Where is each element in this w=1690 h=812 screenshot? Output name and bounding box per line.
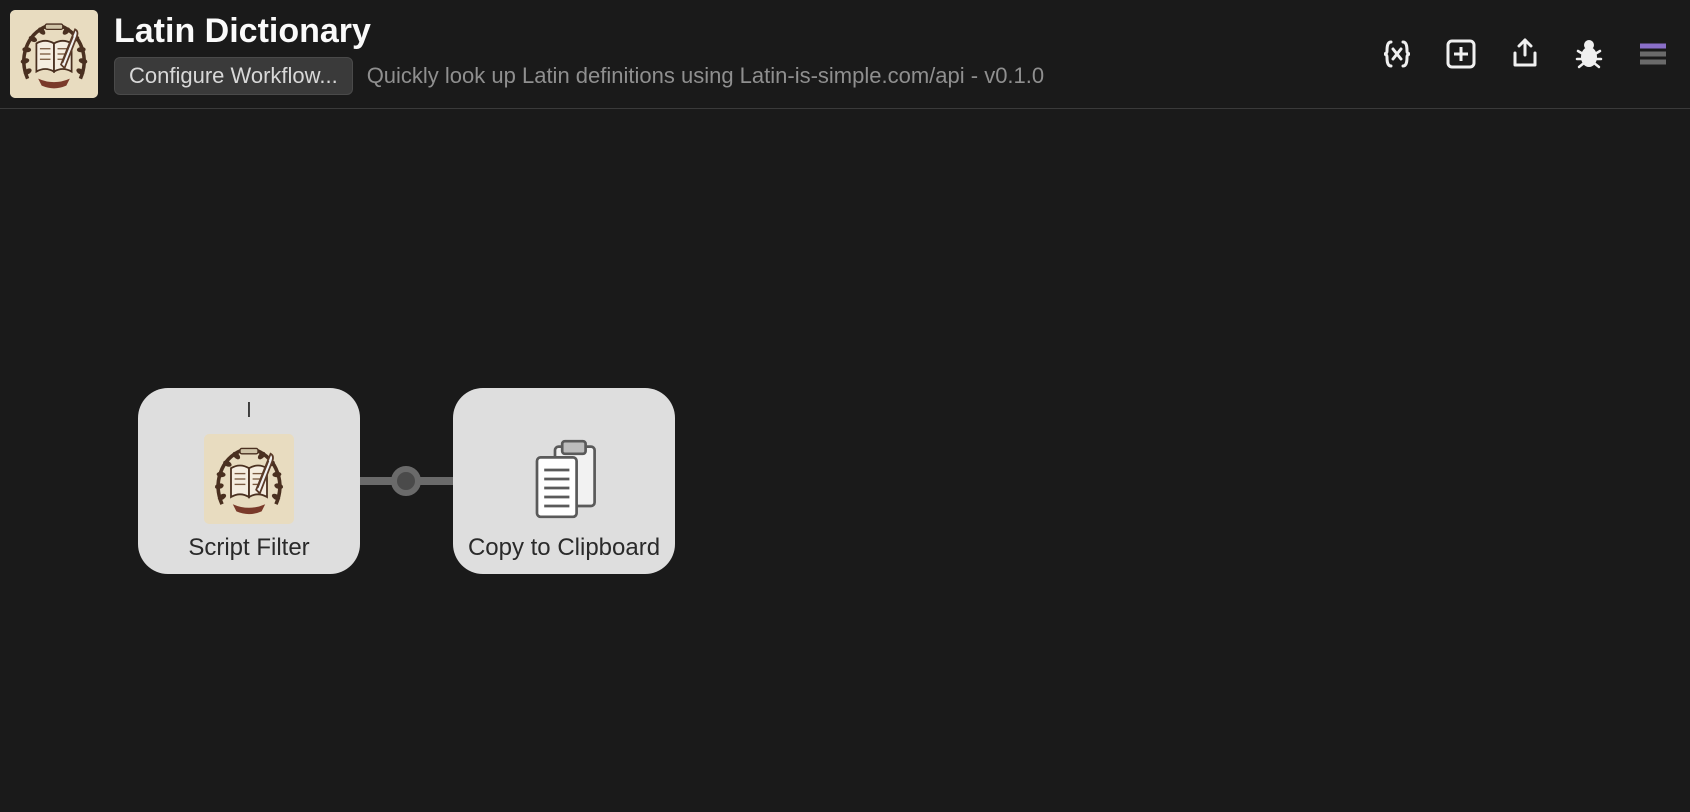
edge-knob[interactable] (391, 466, 421, 496)
node-script-filter[interactable]: l Script Filter (138, 388, 360, 574)
node-copy-to-clipboard[interactable]: Copy to Clipboard (453, 388, 675, 574)
workflow-icon[interactable] (10, 10, 98, 98)
node-label: Script Filter (188, 534, 309, 562)
node-label: Copy to Clipboard (468, 534, 660, 562)
workflow-canvas[interactable]: l Script Filter Copy to Clipboard (0, 109, 1690, 812)
title-block: Latin Dictionary Configure Workflow... Q… (114, 13, 1044, 94)
book-quill-icon (204, 434, 294, 524)
clipboard-icon (519, 434, 609, 524)
menu-icon[interactable] (1636, 37, 1670, 71)
toolbar (1380, 37, 1670, 71)
workflow-description: Quickly look up Latin definitions using … (367, 63, 1044, 89)
add-icon[interactable] (1444, 37, 1478, 71)
node-keyword: l (247, 400, 251, 424)
export-icon[interactable] (1508, 37, 1542, 71)
configure-workflow-button[interactable]: Configure Workflow... (114, 57, 353, 95)
workflow-header: Latin Dictionary Configure Workflow... Q… (0, 0, 1690, 109)
workflow-title: Latin Dictionary (114, 13, 371, 50)
variables-icon[interactable] (1380, 37, 1414, 71)
debug-icon[interactable] (1572, 37, 1606, 71)
